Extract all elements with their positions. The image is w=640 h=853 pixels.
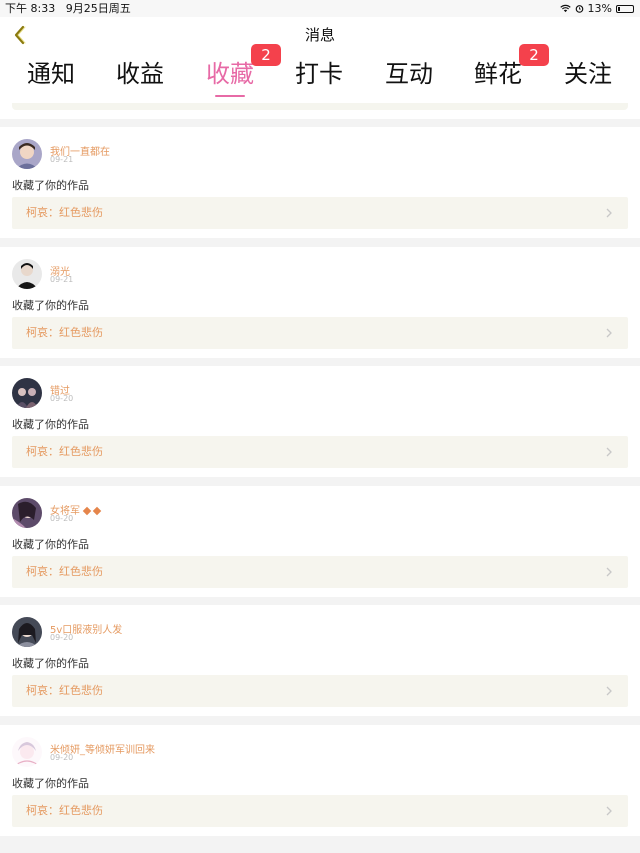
tab-interaction[interactable]: 互动	[377, 59, 441, 99]
tab-label: 鲜花	[474, 60, 522, 88]
tab-follow[interactable]: 关注	[556, 59, 620, 99]
item-date: 09-20	[50, 753, 74, 762]
avatar[interactable]	[12, 617, 42, 647]
list-item: 5v口服液别人发 09-20 收藏了你的作品 柯哀：红色悲伤	[0, 605, 640, 716]
avatar-image	[12, 259, 42, 289]
alarm-icon	[575, 5, 583, 13]
tab-checkin[interactable]: 打卡	[287, 59, 351, 99]
avatar-image	[12, 617, 42, 647]
work-title: 柯哀：红色悲伤	[26, 326, 103, 339]
tab-notification[interactable]: 通知	[19, 59, 83, 99]
action-text: 收藏了你的作品	[12, 179, 89, 192]
action-text: 收藏了你的作品	[12, 777, 89, 790]
avatar[interactable]	[12, 259, 42, 289]
action-text: 收藏了你的作品	[12, 299, 89, 312]
work-link[interactable]: 柯哀：红色悲伤	[12, 436, 628, 468]
work-title: 柯哀：红色悲伤	[26, 565, 103, 578]
item-date: 09-21	[50, 275, 74, 284]
flowers-badge: 2	[519, 44, 549, 66]
avatar-image	[12, 737, 42, 767]
battery-icon	[616, 4, 634, 13]
tab-label: 收藏	[206, 60, 254, 88]
list-item: 溺光 09-21 收藏了你的作品 柯哀：红色悲伤	[0, 247, 640, 358]
list-item: 米倾妍_等倾妍军训回来 09-20 收藏了你的作品 柯哀：红色悲伤	[0, 725, 640, 836]
avatar[interactable]	[12, 378, 42, 408]
avatar[interactable]	[12, 737, 42, 767]
favorites-badge: 2	[251, 44, 281, 66]
tab-bar: 通知 收益 收藏 2 打卡 互动 鲜花 2 关注	[0, 44, 640, 103]
diamond-icon	[92, 506, 102, 516]
work-link[interactable]: 柯哀：红色悲伤	[12, 556, 628, 588]
avatar[interactable]	[12, 498, 42, 528]
battery-percent: 13%	[587, 2, 612, 15]
action-text: 收藏了你的作品	[12, 657, 89, 670]
status-date: 9月25日周五	[65, 2, 131, 15]
tab-label: 互动	[385, 60, 433, 88]
work-title: 柯哀：红色悲伤	[26, 804, 103, 817]
work-link-partial[interactable]	[12, 103, 628, 110]
work-title: 柯哀：红色悲伤	[26, 445, 103, 458]
chevron-right-icon	[606, 567, 612, 577]
wifi-icon	[559, 4, 571, 13]
tab-earnings[interactable]: 收益	[108, 59, 172, 99]
action-text: 收藏了你的作品	[12, 538, 89, 551]
tab-label: 关注	[564, 60, 612, 88]
avatar-image	[12, 139, 42, 169]
work-title: 柯哀：红色悲伤	[26, 206, 103, 219]
avatar-image	[12, 498, 42, 528]
list-item: 女将军 09-20 收藏了你的作品 柯哀：红色悲伤	[0, 486, 640, 597]
work-link[interactable]: 柯哀：红色悲伤	[12, 317, 628, 349]
work-title: 柯哀：红色悲伤	[26, 684, 103, 697]
tab-label: 收益	[116, 60, 164, 88]
item-date: 09-21	[50, 155, 74, 164]
list-item: 我们一直都在 09-21 收藏了你的作品 柯哀：红色悲伤	[0, 127, 640, 238]
list-item-partial	[0, 103, 640, 119]
work-link[interactable]: 柯哀：红色悲伤	[12, 795, 628, 827]
item-date: 09-20	[50, 633, 74, 642]
status-bar: 下午 8:33 9月25日周五 13%	[0, 0, 640, 17]
status-time: 下午 8:33	[5, 2, 56, 15]
diamond-icon	[82, 506, 92, 516]
chevron-right-icon	[606, 686, 612, 696]
chevron-right-icon	[606, 806, 612, 816]
item-date: 09-20	[50, 514, 74, 523]
active-tab-indicator	[215, 95, 245, 97]
tab-label: 通知	[27, 60, 75, 88]
work-link[interactable]: 柯哀：红色悲伤	[12, 197, 628, 229]
item-date: 09-20	[50, 394, 74, 403]
avatar-image	[12, 378, 42, 408]
action-text: 收藏了你的作品	[12, 418, 89, 431]
chevron-right-icon	[606, 447, 612, 457]
list-item: 错过 09-20 收藏了你的作品 柯哀：红色悲伤	[0, 366, 640, 477]
chevron-right-icon	[606, 208, 612, 218]
work-link[interactable]: 柯哀：红色悲伤	[12, 675, 628, 707]
tab-label: 打卡	[295, 60, 343, 88]
avatar[interactable]	[12, 139, 42, 169]
chevron-right-icon	[606, 328, 612, 338]
